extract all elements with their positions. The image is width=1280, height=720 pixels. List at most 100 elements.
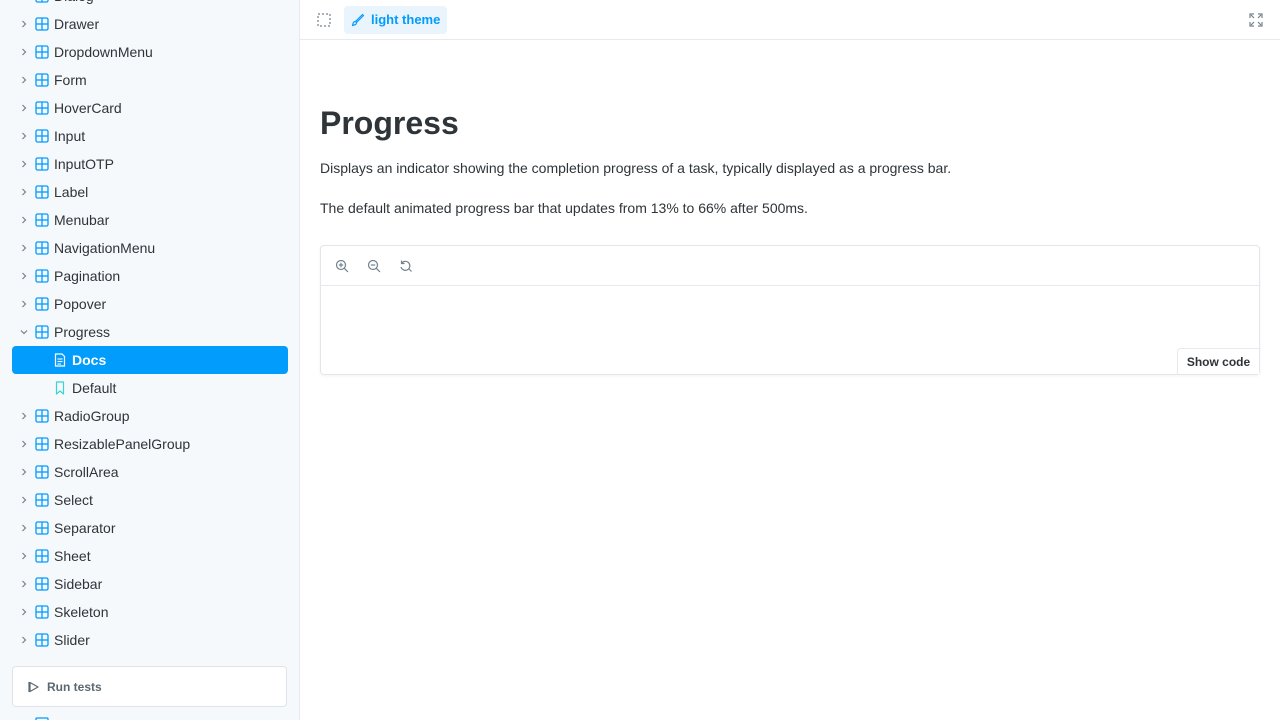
chevron-right-icon[interactable] bbox=[19, 215, 29, 225]
sidebar-item-drawer[interactable]: Drawer bbox=[0, 10, 299, 38]
sidebar-item-input[interactable]: Input bbox=[0, 122, 299, 150]
component-description: Displays an indicator showing the comple… bbox=[320, 160, 952, 176]
component-icon bbox=[35, 185, 49, 199]
zoom-out-icon[interactable] bbox=[367, 259, 381, 273]
sidebar-item-radiogroup[interactable]: RadioGroup bbox=[0, 402, 299, 430]
chevron-right-icon[interactable] bbox=[19, 0, 29, 1]
sidebar-item-progress[interactable]: Progress bbox=[0, 318, 299, 346]
sidebar-item-separator[interactable]: Separator bbox=[0, 514, 299, 542]
sidebar-item-label: Sidebar bbox=[54, 576, 103, 592]
theme-button[interactable]: light theme bbox=[344, 6, 447, 34]
component-icon bbox=[35, 73, 49, 87]
chevron-right-icon[interactable] bbox=[19, 187, 29, 197]
sidebar-item-label: Menubar bbox=[54, 212, 110, 228]
chevron-right-icon[interactable] bbox=[19, 467, 29, 477]
chevron-right-icon[interactable] bbox=[19, 19, 29, 29]
sidebar-item-label: Pagination bbox=[54, 268, 121, 284]
chevron-right-icon[interactable] bbox=[19, 47, 29, 57]
sidebar-item-form[interactable]: Form bbox=[0, 66, 299, 94]
component-icon bbox=[35, 101, 49, 115]
component-icon bbox=[35, 437, 49, 451]
story-preview: Show code bbox=[320, 245, 1260, 375]
sidebar-item-hovercard[interactable]: HoverCard bbox=[0, 94, 299, 122]
chevron-right-icon[interactable] bbox=[19, 159, 29, 169]
sidebar-item-default[interactable]: Default bbox=[0, 374, 299, 402]
show-code-button[interactable]: Show code bbox=[1177, 348, 1259, 374]
chevron-right-icon[interactable] bbox=[19, 131, 29, 141]
sidebar-item-label: Select bbox=[54, 492, 93, 508]
sidebar-item-label: Separator bbox=[54, 520, 116, 536]
sidebar-item-sheet[interactable]: Sheet bbox=[0, 542, 299, 570]
sidebar-peek-row bbox=[0, 711, 299, 720]
chevron-right-icon[interactable] bbox=[19, 607, 29, 617]
sidebar-item-label: Dialog bbox=[54, 0, 94, 4]
component-icon bbox=[35, 577, 49, 591]
component-icon bbox=[35, 325, 49, 339]
sidebar-item-resizablepanelgroup[interactable]: ResizablePanelGroup bbox=[0, 430, 299, 458]
sidebar-item-dropdownmenu[interactable]: DropdownMenu bbox=[0, 38, 299, 66]
chevron-right-icon[interactable] bbox=[19, 75, 29, 85]
chevron-right-icon[interactable] bbox=[19, 243, 29, 253]
sidebar-item-pagination[interactable]: Pagination bbox=[0, 262, 299, 290]
sidebar-item-select[interactable]: Select bbox=[0, 486, 299, 514]
component-icon bbox=[35, 409, 49, 423]
run-tests-label: Run tests bbox=[47, 680, 102, 694]
sidebar-item-scrollarea[interactable]: ScrollArea bbox=[0, 458, 299, 486]
chevron-right-icon[interactable] bbox=[19, 439, 29, 449]
theme-label: light theme bbox=[371, 12, 441, 27]
sidebar-item-inputotp[interactable]: InputOTP bbox=[0, 150, 299, 178]
chevron-right-icon[interactable] bbox=[19, 523, 29, 533]
reset-zoom-icon[interactable] bbox=[399, 259, 413, 273]
component-tree: Dialog Drawer DropdownMenu Form HoverCard Inp… bbox=[0, 0, 299, 654]
component-icon bbox=[35, 0, 49, 3]
chevron-right-icon[interactable] bbox=[19, 551, 29, 561]
chevron-right-icon[interactable] bbox=[19, 271, 29, 281]
sidebar-item-label: Progress bbox=[54, 324, 111, 340]
sidebar-item-skeleton[interactable]: Skeleton bbox=[0, 598, 299, 626]
play-icon bbox=[28, 681, 39, 693]
fullscreen-icon[interactable] bbox=[1249, 13, 1263, 27]
component-icon bbox=[35, 129, 49, 143]
preview-toolbar bbox=[321, 246, 1259, 286]
story-description: The default animated progress bar that u… bbox=[320, 200, 808, 216]
sidebar-item-label: Slider bbox=[54, 632, 90, 648]
sidebar-item-label: ResizablePanelGroup bbox=[54, 436, 191, 452]
sidebar-item-label: Drawer bbox=[54, 16, 100, 32]
sidebar-item-label: DropdownMenu bbox=[54, 44, 153, 60]
chevron-right-icon[interactable] bbox=[19, 411, 29, 421]
component-icon bbox=[35, 241, 49, 255]
zoom-in-icon[interactable] bbox=[335, 259, 349, 273]
chevron-right-icon[interactable] bbox=[19, 635, 29, 645]
component-icon bbox=[35, 297, 49, 311]
sidebar-item-label: Docs bbox=[72, 352, 107, 368]
sidebar-item-popover[interactable]: Popover bbox=[0, 290, 299, 318]
sidebar-item-sidebar[interactable]: Sidebar bbox=[0, 570, 299, 598]
sidebar-item-menubar[interactable]: Menubar bbox=[0, 206, 299, 234]
chevron-right-icon[interactable] bbox=[19, 579, 29, 589]
sidebar-item-label: Sheet bbox=[54, 548, 91, 564]
sidebar-item-dialog[interactable]: Dialog bbox=[0, 0, 299, 10]
document-icon bbox=[54, 353, 66, 367]
sidebar-item-docs[interactable]: Docs bbox=[12, 346, 288, 374]
sidebar-item-label: NavigationMenu bbox=[54, 240, 156, 256]
chevron-right-icon[interactable] bbox=[19, 495, 29, 505]
sidebar-item-navigationmenu[interactable]: NavigationMenu bbox=[0, 234, 299, 262]
outline-toggle-icon[interactable] bbox=[317, 13, 331, 27]
sidebar-item-label: Skeleton bbox=[54, 604, 109, 620]
chevron-right-icon[interactable] bbox=[19, 299, 29, 309]
component-icon bbox=[35, 549, 49, 563]
component-icon bbox=[35, 465, 49, 479]
sidebar-item-slider[interactable]: Slider bbox=[0, 626, 299, 654]
sidebar-item-label[interactable]: Label bbox=[0, 178, 299, 206]
component-icon bbox=[35, 521, 49, 535]
chevron-right-icon[interactable] bbox=[19, 103, 29, 113]
sidebar-item-label: InputOTP bbox=[54, 156, 114, 172]
component-icon bbox=[35, 213, 49, 227]
component-icon bbox=[35, 493, 49, 507]
sidebar-item-label: HoverCard bbox=[54, 100, 122, 116]
toolbar: light theme bbox=[300, 0, 1280, 40]
chevron-down-icon[interactable] bbox=[19, 327, 29, 337]
component-icon bbox=[35, 157, 49, 171]
run-tests-button[interactable]: Run tests bbox=[12, 666, 287, 707]
sidebar-item-label: Popover bbox=[54, 296, 107, 312]
